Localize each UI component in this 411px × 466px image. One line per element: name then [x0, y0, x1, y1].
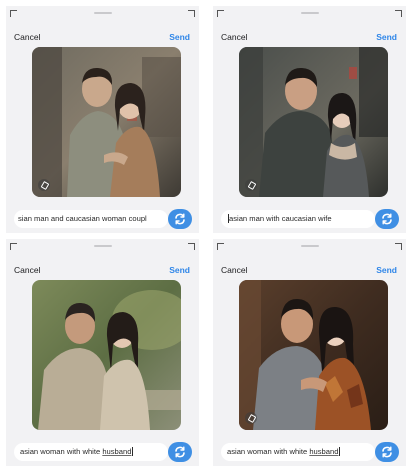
- prompt-text: asian man with caucasian wife: [227, 214, 332, 223]
- send-button[interactable]: Send: [169, 265, 190, 275]
- prompt-text: asian woman with white husband: [227, 447, 340, 456]
- sheet-grabber[interactable]: [300, 12, 319, 14]
- compose-panel-1: Cancel Send sian man and caucasian woman…: [6, 6, 199, 233]
- refresh-icon: [382, 446, 392, 458]
- prompt-input[interactable]: asian woman with white husband: [221, 443, 375, 461]
- prompt-value-underlined: husband: [309, 447, 339, 456]
- ai-sparkle-icon[interactable]: [38, 179, 50, 191]
- cancel-button[interactable]: Cancel: [14, 265, 40, 275]
- generated-image-art: [32, 47, 181, 197]
- refresh-icon: [175, 213, 185, 225]
- send-button[interactable]: Send: [376, 265, 397, 275]
- prompt-input[interactable]: asian man with caucasian wife: [221, 210, 375, 228]
- prompt-value: asian man with caucasian wife: [229, 214, 332, 223]
- panel-corner-mark: [10, 243, 17, 250]
- generated-image-art: [239, 47, 388, 197]
- generated-image[interactable]: [239, 47, 388, 197]
- panel-corner-mark: [395, 10, 402, 17]
- panel-corner-mark: [217, 243, 224, 250]
- prompt-input[interactable]: sian man and caucasian woman coupl: [14, 210, 168, 228]
- text-cursor: [131, 447, 133, 456]
- prompt-text: asian woman with white husband: [20, 447, 133, 456]
- regenerate-button[interactable]: [168, 442, 192, 462]
- prompt-value: asian woman with white: [227, 447, 310, 456]
- cancel-button[interactable]: Cancel: [221, 265, 247, 275]
- prompt-bar: asian man with caucasian wife: [221, 209, 399, 229]
- panel-corner-mark: [10, 10, 17, 17]
- prompt-text: sian man and caucasian woman coupl: [18, 214, 147, 223]
- ai-sparkle-icon[interactable]: [245, 179, 257, 191]
- generated-image-art: [32, 280, 181, 430]
- send-button[interactable]: Send: [169, 32, 190, 42]
- panel-corner-mark: [188, 243, 195, 250]
- regenerate-button[interactable]: [168, 209, 192, 229]
- text-cursor: [338, 447, 340, 456]
- prompt-bar: asian woman with white husband: [221, 442, 399, 462]
- panel-corner-mark: [188, 10, 195, 17]
- panel-corner-mark: [395, 243, 402, 250]
- panel-corner-mark: [217, 10, 224, 17]
- sheet-grabber[interactable]: [93, 245, 112, 247]
- sheet-grabber[interactable]: [300, 245, 319, 247]
- generated-image[interactable]: [239, 280, 388, 430]
- regenerate-button[interactable]: [375, 442, 399, 462]
- refresh-icon: [175, 446, 185, 458]
- sheet-grabber[interactable]: [93, 12, 112, 14]
- regenerate-button[interactable]: [375, 209, 399, 229]
- refresh-icon: [382, 213, 392, 225]
- generated-image-art: [239, 280, 388, 430]
- cancel-button[interactable]: Cancel: [221, 32, 247, 42]
- prompt-value-underlined: husband: [102, 447, 132, 456]
- prompt-bar: sian man and caucasian woman coupl: [14, 209, 192, 229]
- prompt-value: sian man and caucasian woman coupl: [18, 214, 147, 223]
- compose-panel-3: Cancel Send asian woman with white husba…: [6, 239, 199, 466]
- prompt-value: asian woman with white: [20, 447, 103, 456]
- ai-sparkle-icon[interactable]: [245, 412, 257, 424]
- cancel-button[interactable]: Cancel: [14, 32, 40, 42]
- send-button[interactable]: Send: [376, 32, 397, 42]
- generated-image[interactable]: [32, 47, 181, 197]
- compose-panel-2: Cancel Send asian man with caucasian wif…: [213, 6, 406, 233]
- compose-panel-4: Cancel Send asian woman with white husba…: [213, 239, 406, 466]
- prompt-input[interactable]: asian woman with white husband: [14, 443, 168, 461]
- prompt-bar: asian woman with white husband: [14, 442, 192, 462]
- generated-image[interactable]: [32, 280, 181, 430]
